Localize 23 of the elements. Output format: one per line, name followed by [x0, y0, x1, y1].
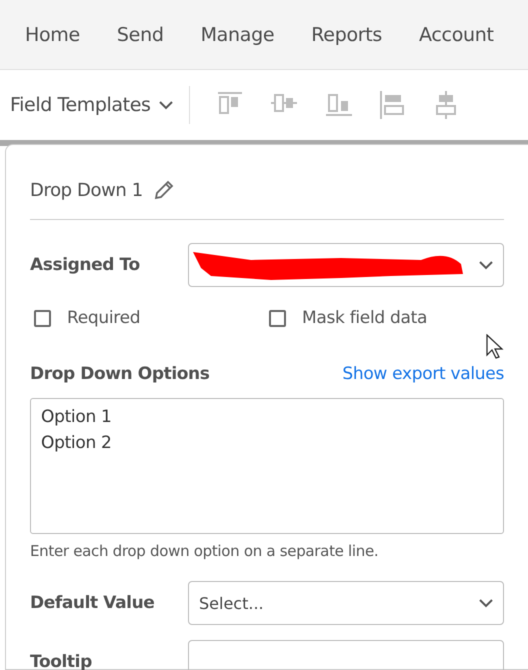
chevron-down-icon — [479, 598, 493, 608]
chevron-down-icon — [158, 100, 172, 110]
nav-link[interactable]: Manage — [200, 24, 274, 46]
checkbox[interactable]: Mask field data — [269, 308, 504, 328]
field-title: Drop Down 1 — [30, 180, 143, 200]
field-label: Drop Down Options — [30, 364, 210, 384]
field-label: Default Value — [30, 593, 156, 613]
checkbox[interactable]: Required — [34, 308, 269, 328]
assigned-to-select[interactable] — [188, 243, 504, 287]
default-value-select[interactable]: Select... — [188, 581, 504, 625]
chevron-down-icon — [479, 260, 493, 270]
show-export-values-link[interactable]: Show export values — [342, 364, 504, 384]
nav-link[interactable]: Send — [116, 24, 164, 46]
nav-link[interactable]: Account — [419, 24, 494, 46]
pencil-icon[interactable] — [152, 179, 175, 201]
nav-link[interactable]: Reports — [311, 24, 382, 46]
options-textarea[interactable]: Option 1 Option 2 — [30, 398, 504, 534]
nav-link[interactable]: Home — [25, 24, 80, 46]
align-left-icon[interactable] — [378, 90, 406, 120]
field-templates-dropdown[interactable]: Field Templates — [10, 94, 172, 116]
field-label: Assigned To — [30, 255, 141, 275]
hint-text: Enter each drop down option on a separate line. — [30, 542, 380, 560]
mouse-cursor-icon — [486, 334, 504, 360]
